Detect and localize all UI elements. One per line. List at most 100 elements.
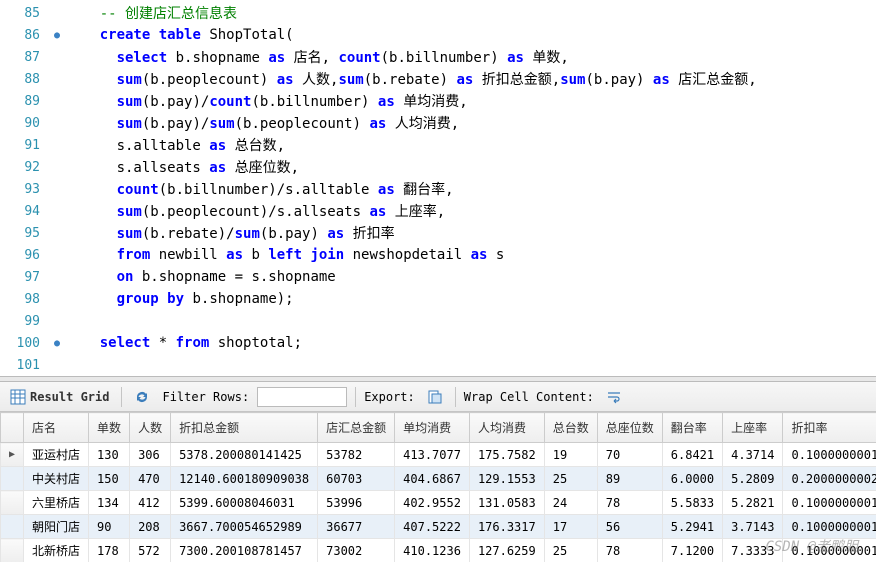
cell[interactable]: 70 (597, 443, 662, 467)
column-header[interactable]: 翻台率 (662, 413, 722, 443)
cell[interactable]: 0.200000000298023224 (783, 467, 876, 491)
code-text[interactable]: on b.shopname = s.shopname (66, 269, 336, 285)
code-line[interactable]: 89 sum(b.pay)/count(b.billnumber) as 单均消… (0, 90, 876, 112)
cell[interactable]: 5.5833 (662, 491, 722, 515)
cell[interactable]: 6.0000 (662, 467, 722, 491)
filter-rows-input[interactable] (257, 387, 347, 407)
results-grid[interactable]: 店名单数人数折扣总金额店汇总金额单均消费人均消费总台数总座位数翻台率上座率折扣率… (0, 412, 876, 562)
code-line[interactable]: 94 sum(b.peoplecount)/s.allseats as 上座率, (0, 200, 876, 222)
cell[interactable]: 0.100000000149011612 (783, 443, 876, 467)
column-header[interactable]: 单均消费 (395, 413, 470, 443)
column-header[interactable]: 人均消费 (469, 413, 544, 443)
results-grid-wrap[interactable]: 店名单数人数折扣总金额店汇总金额单均消费人均消费总台数总座位数翻台率上座率折扣率… (0, 412, 876, 562)
code-text[interactable] (66, 313, 100, 329)
cell[interactable]: 404.6867 (395, 467, 470, 491)
column-header[interactable]: 上座率 (723, 413, 783, 443)
row-indicator[interactable] (1, 467, 24, 491)
cell[interactable]: 24 (544, 491, 597, 515)
code-text[interactable]: count(b.billnumber)/s.alltable as 翻台率, (66, 179, 454, 199)
column-header[interactable]: 店名 (24, 413, 89, 443)
code-text[interactable]: select b.shopname as 店名, count(b.billnum… (66, 47, 569, 67)
cell[interactable]: 89 (597, 467, 662, 491)
code-line[interactable]: 91 s.alltable as 总台数, (0, 134, 876, 156)
row-indicator[interactable] (1, 491, 24, 515)
cell[interactable]: 53996 (318, 491, 395, 515)
code-text[interactable]: sum(b.rebate)/sum(b.pay) as 折扣率 (66, 223, 395, 243)
row-indicator[interactable] (1, 539, 24, 562)
code-text[interactable]: from newbill as b left join newshopdetai… (66, 247, 504, 263)
cell[interactable]: 12140.600180909038 (171, 467, 318, 491)
cell[interactable]: 73002 (318, 539, 395, 562)
cell[interactable]: 17 (544, 515, 597, 539)
table-row[interactable]: 中关村店15047012140.60018090903860703404.686… (1, 467, 876, 491)
cell[interactable]: 36677 (318, 515, 395, 539)
code-text[interactable]: group by b.shopname); (66, 291, 294, 307)
code-text[interactable]: sum(b.peoplecount) as 人数,sum(b.rebate) a… (66, 69, 757, 89)
cell[interactable]: 131.0583 (469, 491, 544, 515)
code-line[interactable]: 85 -- 创建店汇总信息表 (0, 2, 876, 24)
code-line[interactable]: 97 on b.shopname = s.shopname (0, 266, 876, 288)
cell[interactable]: 407.5222 (395, 515, 470, 539)
row-indicator[interactable]: ▶ (1, 443, 24, 467)
cell[interactable]: 19 (544, 443, 597, 467)
code-line[interactable]: 101 (0, 354, 876, 376)
cell[interactable]: 3667.700054652989 (171, 515, 318, 539)
refresh-button[interactable] (130, 387, 154, 407)
code-text[interactable]: -- 创建店汇总信息表 (66, 3, 237, 23)
cell[interactable]: 130 (89, 443, 130, 467)
column-header[interactable]: 单数 (89, 413, 130, 443)
cell[interactable]: 127.6259 (469, 539, 544, 562)
code-line[interactable]: 93 count(b.billnumber)/s.alltable as 翻台率… (0, 178, 876, 200)
cell[interactable]: 60703 (318, 467, 395, 491)
cell[interactable]: 178 (89, 539, 130, 562)
code-line[interactable]: 98 group by b.shopname); (0, 288, 876, 310)
cell[interactable]: 175.7582 (469, 443, 544, 467)
code-line[interactable]: 99 (0, 310, 876, 332)
cell[interactable]: 78 (597, 491, 662, 515)
code-text[interactable]: sum(b.pay)/count(b.billnumber) as 单均消费, (66, 91, 468, 111)
cell[interactable]: 412 (130, 491, 171, 515)
wrap-cell-button[interactable] (602, 387, 626, 407)
code-editor[interactable]: 85 -- 创建店汇总信息表86● create table ShopTotal… (0, 0, 876, 376)
cell[interactable]: 5.2821 (723, 491, 783, 515)
cell[interactable]: 0.100000000149011612 (783, 515, 876, 539)
cell[interactable]: 3.7143 (723, 515, 783, 539)
cell[interactable]: 176.3317 (469, 515, 544, 539)
cell[interactable]: 中关村店 (24, 467, 89, 491)
cell[interactable]: 572 (130, 539, 171, 562)
table-row[interactable]: 朝阳门店902083667.70005465298936677407.52221… (1, 515, 876, 539)
code-line[interactable]: 86● create table ShopTotal( (0, 24, 876, 46)
code-text[interactable]: create table ShopTotal( (66, 27, 294, 43)
table-row[interactable]: 六里桥店1344125399.6000804603153996402.95521… (1, 491, 876, 515)
cell[interactable]: 413.7077 (395, 443, 470, 467)
breakpoint-marker[interactable]: ● (48, 30, 66, 41)
column-header[interactable]: 折扣率 (783, 413, 876, 443)
cell[interactable]: 306 (130, 443, 171, 467)
row-indicator[interactable] (1, 515, 24, 539)
code-line[interactable]: 88 sum(b.peoplecount) as 人数,sum(b.rebate… (0, 68, 876, 90)
code-line[interactable]: 87 select b.shopname as 店名, count(b.bill… (0, 46, 876, 68)
code-line[interactable]: 96 from newbill as b left join newshopde… (0, 244, 876, 266)
code-line[interactable]: 90 sum(b.pay)/sum(b.peoplecount) as 人均消费… (0, 112, 876, 134)
cell[interactable]: 470 (130, 467, 171, 491)
column-header[interactable]: 店汇总金额 (318, 413, 395, 443)
cell[interactable]: 53782 (318, 443, 395, 467)
code-text[interactable] (66, 357, 100, 373)
column-header[interactable]: 总座位数 (597, 413, 662, 443)
table-row[interactable]: ▶亚运村店1303065378.20008014142553782413.707… (1, 443, 876, 467)
cell[interactable]: 208 (130, 515, 171, 539)
cell[interactable]: 129.1553 (469, 467, 544, 491)
breakpoint-marker[interactable]: ● (48, 338, 66, 349)
cell[interactable]: 7300.200108781457 (171, 539, 318, 562)
code-text[interactable]: sum(b.peoplecount)/s.allseats as 上座率, (66, 201, 445, 221)
cell[interactable]: 亚运村店 (24, 443, 89, 467)
cell[interactable]: 朝阳门店 (24, 515, 89, 539)
cell[interactable]: 78 (597, 539, 662, 562)
export-button[interactable] (423, 387, 447, 407)
cell[interactable]: 0.100000000149011612 (783, 491, 876, 515)
cell[interactable]: 56 (597, 515, 662, 539)
result-grid-button[interactable]: Result Grid (6, 387, 113, 407)
table-row[interactable]: 北新桥店1785727300.20010878145773002410.1236… (1, 539, 876, 562)
cell[interactable]: 5399.60008046031 (171, 491, 318, 515)
cell[interactable]: 六里桥店 (24, 491, 89, 515)
